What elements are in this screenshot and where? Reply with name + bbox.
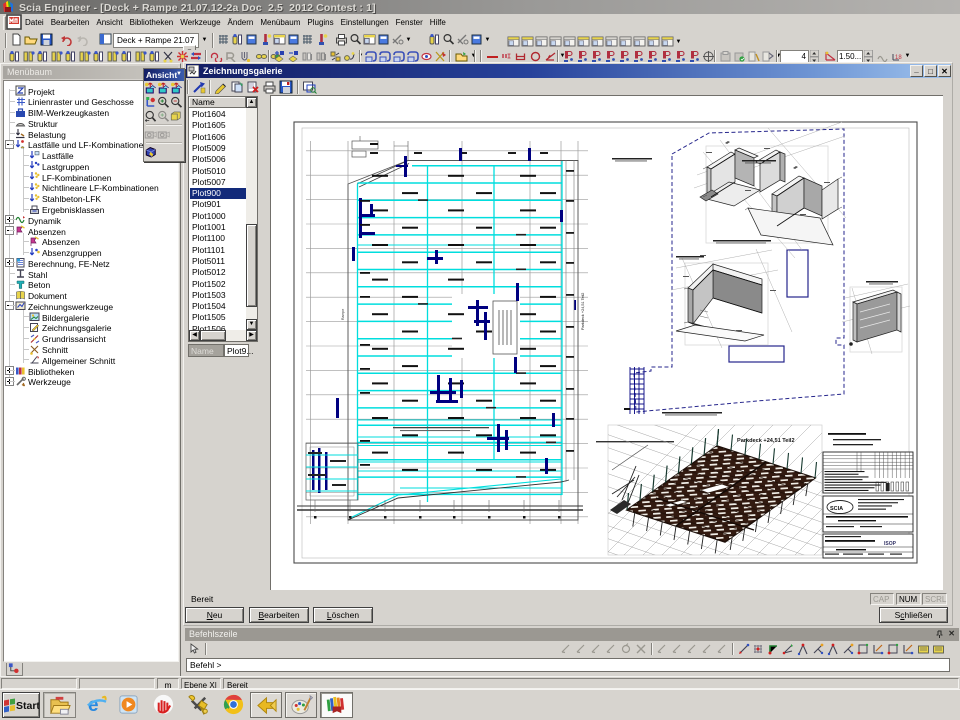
svg-text:Parkdeck +24,51 Teil2: Parkdeck +24,51 Teil2 [581, 293, 585, 330]
svg-text:Start: Start [16, 700, 39, 712]
svg-text:Rampe: Rampe [341, 309, 345, 320]
svg-text:SCIA: SCIA [830, 506, 843, 512]
svg-text:18: 18 [895, 55, 902, 61]
svg-text:ISOP: ISOP [884, 541, 897, 547]
